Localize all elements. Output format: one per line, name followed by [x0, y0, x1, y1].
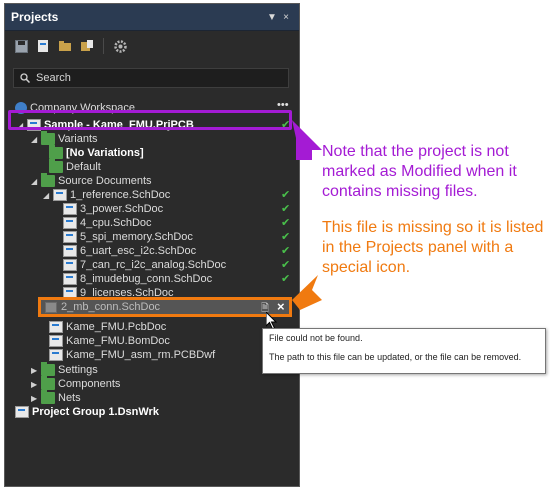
- tooltip-line-1: File could not be found.: [269, 333, 363, 343]
- orange-arrow-icon: [292, 275, 322, 310]
- callout-purple: Note that the project is not marked as M…: [322, 143, 517, 200]
- tooltip-line-2: The path to this file can be updated, or…: [269, 352, 522, 362]
- tooltip: File could not be found. The path to thi…: [262, 328, 546, 374]
- purple-arrow-icon: [292, 120, 322, 160]
- callout-orange: This file is missing so it is listed in …: [322, 219, 544, 276]
